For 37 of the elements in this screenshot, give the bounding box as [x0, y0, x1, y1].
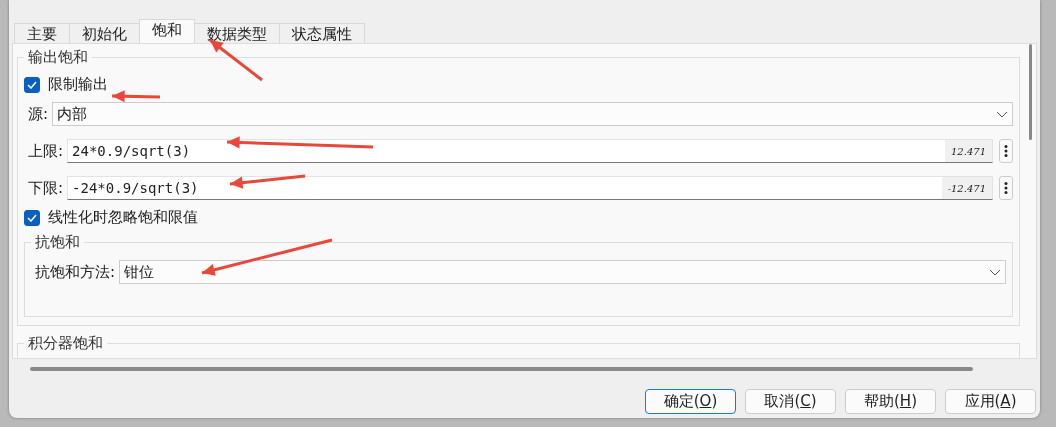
checkbox[interactable] — [24, 76, 40, 93]
dialog-button[interactable]: 应用(A) — [945, 389, 1036, 414]
result-value: -12.471 — [941, 177, 992, 199]
field-label: 抗饱和方法: — [34, 262, 116, 282]
dialog-button[interactable]: 取消(C) — [745, 389, 836, 414]
group-title: 抗饱和 — [34, 233, 81, 252]
group-title: 积分器饱和 — [27, 334, 104, 353]
dropdown[interactable]: 内部 — [52, 102, 1013, 126]
scrollbar-thumb[interactable] — [1028, 44, 1032, 140]
checkmark-icon — [27, 80, 37, 89]
more-button[interactable] — [999, 176, 1013, 200]
chevron-down-icon — [996, 110, 1008, 118]
field-label: 上限: — [27, 141, 64, 161]
dialog-button[interactable]: 帮助(H) — [845, 389, 936, 414]
tab[interactable]: 主要 — [14, 23, 70, 43]
checkbox-label: 限制输出 — [47, 75, 108, 94]
field-label: 下限: — [27, 178, 64, 198]
tab[interactable]: 饱和 — [139, 19, 195, 43]
checkmark-icon — [27, 213, 37, 222]
input-field[interactable]: -24*0.9/sqrt(3) -12.471 — [67, 176, 993, 200]
tab[interactable]: 状态属性 — [279, 23, 365, 43]
more-icon — [1004, 181, 1008, 195]
checkbox[interactable] — [24, 209, 40, 226]
input-field[interactable]: 24*0.9/sqrt(3) 12.471 — [67, 139, 993, 163]
dialog-button[interactable]: 确定(O) — [645, 389, 736, 414]
chevron-down-icon — [989, 268, 1001, 276]
tab[interactable]: 数据类型 — [194, 23, 280, 43]
dropdown[interactable]: 钳位 — [119, 260, 1006, 284]
group-title: 输出饱和 — [27, 48, 89, 67]
field-label: 源: — [27, 104, 49, 124]
tab[interactable]: 初始化 — [69, 23, 140, 43]
result-value: 12.471 — [945, 140, 992, 162]
horizontal-scrollbar[interactable] — [30, 367, 973, 371]
annotation-arrow — [111, 90, 161, 103]
more-icon — [1004, 144, 1008, 158]
checkbox-label: 线性化时忽略饱和限值 — [47, 208, 198, 227]
more-button[interactable] — [999, 139, 1013, 163]
